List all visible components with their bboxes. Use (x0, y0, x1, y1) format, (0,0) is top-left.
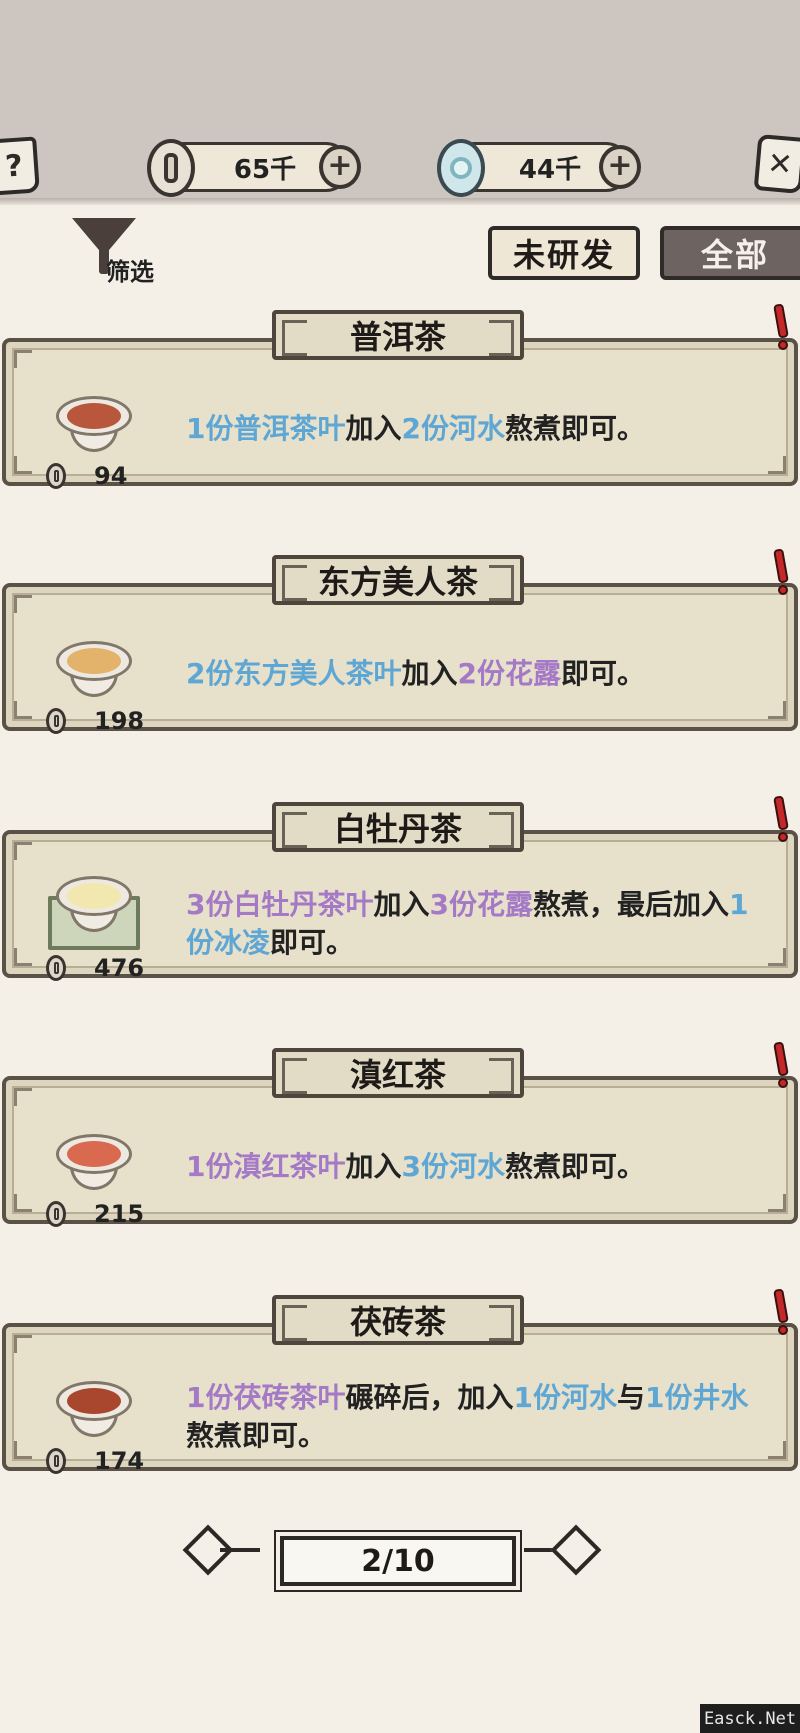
recipe-description: 1份滇红茶叶加入3份河水熬煮即可。 (186, 1148, 766, 1186)
recipe-description: 1份茯砖茶叶碾碎后，加入1份河水与1份井水熬煮即可。 (186, 1379, 766, 1455)
recipe-text-segment: 即可。 (270, 926, 355, 959)
tea-liquid (67, 1388, 121, 1414)
help-button[interactable]: ? (0, 136, 40, 196)
new-alert-icon (770, 1041, 794, 1088)
coin-icon (46, 1201, 66, 1227)
recipe-text-segment: 熬煮即可。 (504, 1150, 645, 1183)
next-page-button[interactable] (524, 1524, 602, 1576)
jade-icon (437, 139, 485, 197)
recipe-text-segment: 2份河水 (401, 412, 505, 445)
arrow-right-icon (550, 1524, 602, 1576)
coin-icon (46, 708, 66, 734)
new-alert-icon (770, 795, 794, 842)
jade-resource: 44千 + (437, 139, 641, 197)
tab-undeveloped[interactable]: 未研发 (488, 226, 640, 280)
recipe-title: 滇红茶 (272, 1048, 524, 1098)
recipe-price: 215 (46, 1200, 144, 1228)
recipe-card[interactable]: 白牡丹茶 476 3份白牡丹茶叶加入3份花露熬煮，最后加入1份冰凌即可。 (0, 795, 800, 982)
tea-bowl-icon (56, 1373, 132, 1445)
recipe-text-segment: 2份东方美人茶叶 (186, 657, 402, 690)
price-value: 94 (94, 462, 128, 490)
recipe-title: 东方美人茶 (272, 555, 524, 605)
recipe-description: 1份普洱茶叶加入2份河水熬煮即可。 (186, 410, 766, 448)
recipe-text-segment: 1份普洱茶叶 (186, 412, 346, 445)
coin-resource: 65千 + (147, 139, 361, 197)
recipe-text-segment: 1份滇红茶叶 (186, 1150, 346, 1183)
watermark: Easck.Net (700, 1704, 800, 1733)
recipe-card[interactable]: 茯砖茶 174 1份茯砖茶叶碾碎后，加入1份河水与1份井水熬煮即可。 (0, 1288, 800, 1475)
price-value: 476 (94, 954, 145, 982)
recipe-card[interactable]: 滇红茶 215 1份滇红茶叶加入3份河水熬煮即可。 (0, 1041, 800, 1228)
recipe-text-segment: 熬煮即可。 (504, 412, 645, 445)
price-value: 198 (94, 707, 145, 735)
filter-button[interactable]: 筛选 (72, 218, 172, 286)
recipe-price: 198 (46, 707, 144, 735)
recipe-text-segment: 3份白牡丹茶叶 (186, 888, 374, 921)
tea-bowl-icon (56, 868, 132, 940)
pagination: 2/10 (0, 1510, 800, 1590)
add-coins-button[interactable]: + (319, 145, 361, 189)
filter-label: 筛选 (106, 258, 154, 286)
recipe-card[interactable]: 东方美人茶 198 2份东方美人茶叶加入2份花露即可。 (0, 548, 800, 735)
recipe-description: 3份白牡丹茶叶加入3份花露熬煮，最后加入1份冰凌即可。 (186, 886, 766, 962)
tea-bowl-icon (56, 1126, 132, 1198)
recipe-card[interactable]: 普洱茶 94 1份普洱茶叶加入2份河水熬煮即可。 (0, 303, 800, 490)
recipe-title: 白牡丹茶 (272, 802, 524, 852)
add-jade-button[interactable]: + (599, 145, 641, 189)
recipe-text-segment: 碾碎后，加入 (345, 1381, 514, 1414)
recipe-text-segment: 3份花露 (429, 888, 533, 921)
tea-liquid (67, 403, 121, 429)
close-button[interactable]: ✕ (753, 134, 800, 194)
coin-icon (46, 955, 66, 981)
new-alert-icon (770, 1288, 794, 1335)
top-band (0, 0, 800, 205)
recipe-text-segment: 2份花露 (457, 657, 561, 690)
recipe-text-segment: 即可。 (560, 657, 645, 690)
question-icon: ? (4, 147, 24, 185)
prev-page-button[interactable] (182, 1524, 260, 1576)
recipe-text-segment: 1份茯砖茶叶 (186, 1381, 346, 1414)
coin-icon (147, 139, 195, 197)
tab-all[interactable]: 全部 (660, 226, 800, 280)
tea-bowl-icon (56, 633, 132, 705)
recipe-text-segment: 加入 (401, 657, 458, 690)
tea-bowl-icon (56, 388, 132, 460)
new-alert-icon (770, 548, 794, 595)
recipe-text-segment: 加入 (345, 412, 402, 445)
recipe-description: 2份东方美人茶叶加入2份花露即可。 (186, 655, 766, 693)
page-indicator: 2/10 (280, 1536, 516, 1586)
coin-icon (46, 1448, 66, 1474)
price-value: 174 (94, 1447, 145, 1475)
recipe-text-segment: 3份河水 (401, 1150, 505, 1183)
recipe-text-segment: 熬煮即可。 (186, 1419, 327, 1452)
tea-liquid (67, 1141, 121, 1167)
recipe-text-segment: 1份河水 (513, 1381, 617, 1414)
close-icon: ✕ (765, 145, 795, 183)
recipe-price: 174 (46, 1447, 144, 1475)
recipe-text-segment: 1份井水 (645, 1381, 749, 1414)
recipe-title: 茯砖茶 (272, 1295, 524, 1345)
recipe-text-segment: 熬煮，最后加入 (532, 888, 729, 921)
recipe-price: 94 (46, 462, 127, 490)
tea-liquid (67, 883, 121, 909)
top-divider (0, 198, 800, 205)
recipe-text-segment: 加入 (373, 888, 430, 921)
recipe-price: 476 (46, 954, 144, 982)
recipe-title: 普洱茶 (272, 310, 524, 360)
recipe-text-segment: 与 (616, 1381, 645, 1414)
price-value: 215 (94, 1200, 145, 1228)
new-alert-icon (770, 303, 794, 350)
recipe-text-segment: 加入 (345, 1150, 402, 1183)
tea-liquid (67, 648, 121, 674)
coin-icon (46, 463, 66, 489)
